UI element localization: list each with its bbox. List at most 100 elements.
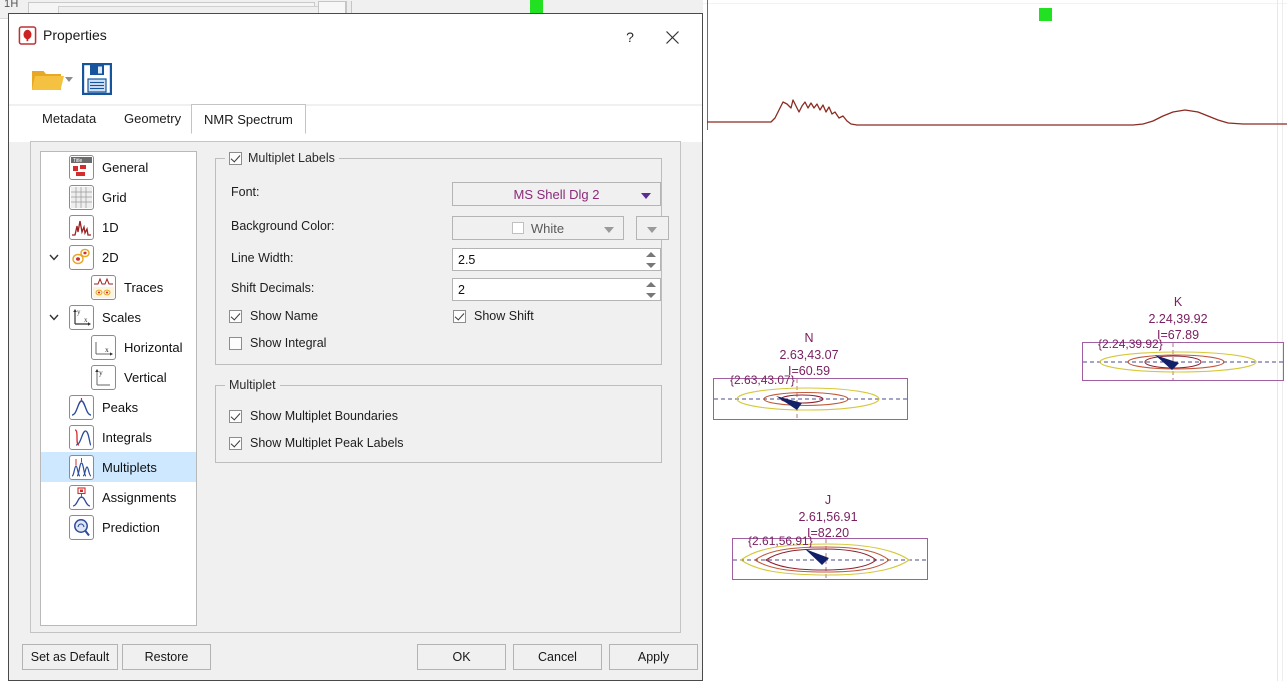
multiplet-labels-group: Multiplet Labels Font: MS Shell Dlg 2 Ba… (215, 151, 669, 365)
set-as-default-button[interactable]: Set as Default (22, 644, 118, 670)
multiplet-J-name: J (824, 493, 832, 507)
dialog-tabs[interactable]: Metadata Geometry NMR Spectrum (9, 104, 702, 142)
axis-y-icon: y (91, 364, 116, 390)
spinner-buttons[interactable] (646, 281, 657, 299)
sidebar-item-vertical[interactable]: y Vertical (41, 362, 196, 392)
spinner-up-icon[interactable] (646, 252, 656, 257)
font-combobox-value: MS Shell Dlg 2 (513, 186, 600, 202)
chevron-down-icon[interactable] (641, 193, 651, 199)
show-shift-row[interactable]: Show Shift (453, 309, 534, 323)
line-width-value[interactable]: 2.5 (458, 253, 475, 267)
spinner-down-icon[interactable] (646, 293, 656, 298)
settings-tree[interactable]: Title General Grid 1D 2D Traces y x Scal… (40, 151, 197, 626)
background-color-more-button[interactable] (636, 216, 669, 240)
shift-decimals-value[interactable]: 2 (458, 283, 465, 297)
sidebar-item-2d[interactable]: 2D (41, 242, 196, 272)
assignments-icon (69, 484, 94, 510)
help-button[interactable]: ? (615, 25, 645, 49)
sidebar-item-horizontal[interactable]: x Horizontal (41, 332, 196, 362)
nmr-spectrum-tab-panel: Title General Grid 1D 2D Traces y x Scal… (30, 141, 681, 633)
multiplet-K-peak-label: {2.24,39.92} (1098, 337, 1163, 351)
title-icon: Title (69, 154, 94, 180)
show-multiplet-boundaries-checkbox[interactable] (229, 409, 242, 423)
sidebar-item-label: Traces (124, 279, 164, 295)
multiplet-N-shift: 2.63,43.07 (779, 347, 839, 362)
background-color-value: White (530, 220, 565, 236)
sidebar-item-grid[interactable]: Grid (41, 182, 196, 212)
sidebar-item-multiplets[interactable]: Multiplets (41, 452, 196, 482)
spinner-up-icon[interactable] (646, 282, 656, 287)
green-marker-1[interactable] (530, 0, 543, 14)
sidebar-item-assignments[interactable]: Assignments (41, 482, 196, 512)
background-color-label: Background Color: (231, 219, 335, 233)
sidebar-item-traces[interactable]: Traces (41, 272, 196, 302)
nucleus-label: 1H (4, 0, 19, 10)
save-floppy-icon[interactable] (82, 63, 112, 95)
show-name-row[interactable]: Show Name (229, 309, 318, 323)
tab-nmr-spectrum[interactable]: NMR Spectrum (191, 104, 306, 134)
shift-decimals-spinbox[interactable]: 2 (452, 278, 661, 301)
multiplets-icon (69, 454, 94, 480)
spectrum-2d-icon (69, 244, 94, 270)
chevron-down-icon[interactable] (48, 251, 60, 263)
multiplet-labels-enable-checkbox[interactable] (229, 151, 242, 165)
sidebar-item-general[interactable]: Title General (41, 152, 196, 182)
restore-button[interactable]: Restore (122, 644, 211, 670)
tab-geometry[interactable]: Geometry (112, 106, 193, 132)
scales-icon: yx (69, 304, 94, 330)
spinner-down-icon[interactable] (646, 263, 656, 268)
show-multiplet-boundaries-label: Show Multiplet Boundaries (250, 409, 398, 423)
show-multiplet-boundaries-row[interactable]: Show Multiplet Boundaries (229, 409, 398, 423)
tab-metadata[interactable]: Metadata (30, 106, 108, 132)
sidebar-item-label: General (102, 159, 149, 175)
dialog-titlebar[interactable]: Properties ? (9, 14, 702, 56)
multiplet-group-title: Multiplet (225, 378, 280, 392)
multiplet-K-name: K (1173, 295, 1183, 309)
show-multiplet-peak-labels-checkbox[interactable] (229, 436, 242, 450)
svg-text:y: y (77, 308, 81, 316)
axis-x-icon: x (91, 334, 116, 360)
sidebar-item-label: Vertical (124, 369, 167, 385)
sidebar-item-1d[interactable]: 1D (41, 212, 196, 242)
color-swatch (511, 222, 524, 234)
multiplet-labels-group-label: Multiplet Labels (248, 151, 335, 165)
show-shift-checkbox[interactable] (453, 309, 466, 323)
show-integral-row[interactable]: Show Integral (229, 336, 326, 350)
sidebar-item-label: Scales (102, 309, 142, 325)
ok-button[interactable]: OK (417, 644, 506, 670)
chevron-down-icon[interactable] (647, 227, 657, 233)
sidebar-item-label: Horizontal (124, 339, 183, 355)
spectrum-1d-icon (69, 214, 94, 240)
open-folder-icon[interactable] (31, 64, 65, 94)
show-integral-checkbox[interactable] (229, 336, 242, 350)
show-multiplet-peak-labels-row[interactable]: Show Multiplet Peak Labels (229, 436, 404, 450)
close-icon (665, 30, 679, 44)
sidebar-item-scales[interactable]: yx Scales (41, 302, 196, 332)
show-name-checkbox[interactable] (229, 309, 242, 323)
multiplet-N-name: N (804, 331, 814, 345)
projection-1d-trace (707, 99, 1287, 126)
properties-icon (18, 26, 37, 45)
chevron-down-icon[interactable] (604, 227, 614, 233)
traces-icon (91, 274, 116, 300)
sidebar-item-integrals[interactable]: Integrals (41, 422, 196, 452)
sidebar-item-prediction[interactable]: Prediction (41, 512, 196, 542)
properties-dialog[interactable]: Properties ? Metadata Geometry NMR Spect… (8, 13, 703, 681)
multiplet-J-peak-label: {2.61,56.91} (748, 534, 813, 548)
cancel-button[interactable]: Cancel (513, 644, 602, 670)
sidebar-item-label: Grid (102, 189, 127, 205)
sidebar-item-peaks[interactable]: Peaks (41, 392, 196, 422)
dialog-button-bar: Set as Default Restore OK Cancel Apply (9, 632, 702, 680)
apply-button[interactable]: Apply (609, 644, 698, 670)
spinner-buttons[interactable] (646, 251, 657, 269)
grid-icon (69, 184, 94, 210)
chevron-down-icon[interactable] (48, 311, 60, 323)
background-color-combobox[interactable]: White (452, 216, 624, 240)
close-button[interactable] (655, 25, 689, 49)
font-combobox[interactable]: MS Shell Dlg 2 (452, 182, 661, 206)
font-row: Font: (231, 185, 260, 199)
shift-decimals-row: Shift Decimals: (231, 281, 314, 295)
line-width-spinbox[interactable]: 2.5 (452, 248, 661, 271)
sidebar-item-label: Prediction (102, 519, 160, 535)
chevron-down-icon[interactable] (65, 77, 73, 82)
